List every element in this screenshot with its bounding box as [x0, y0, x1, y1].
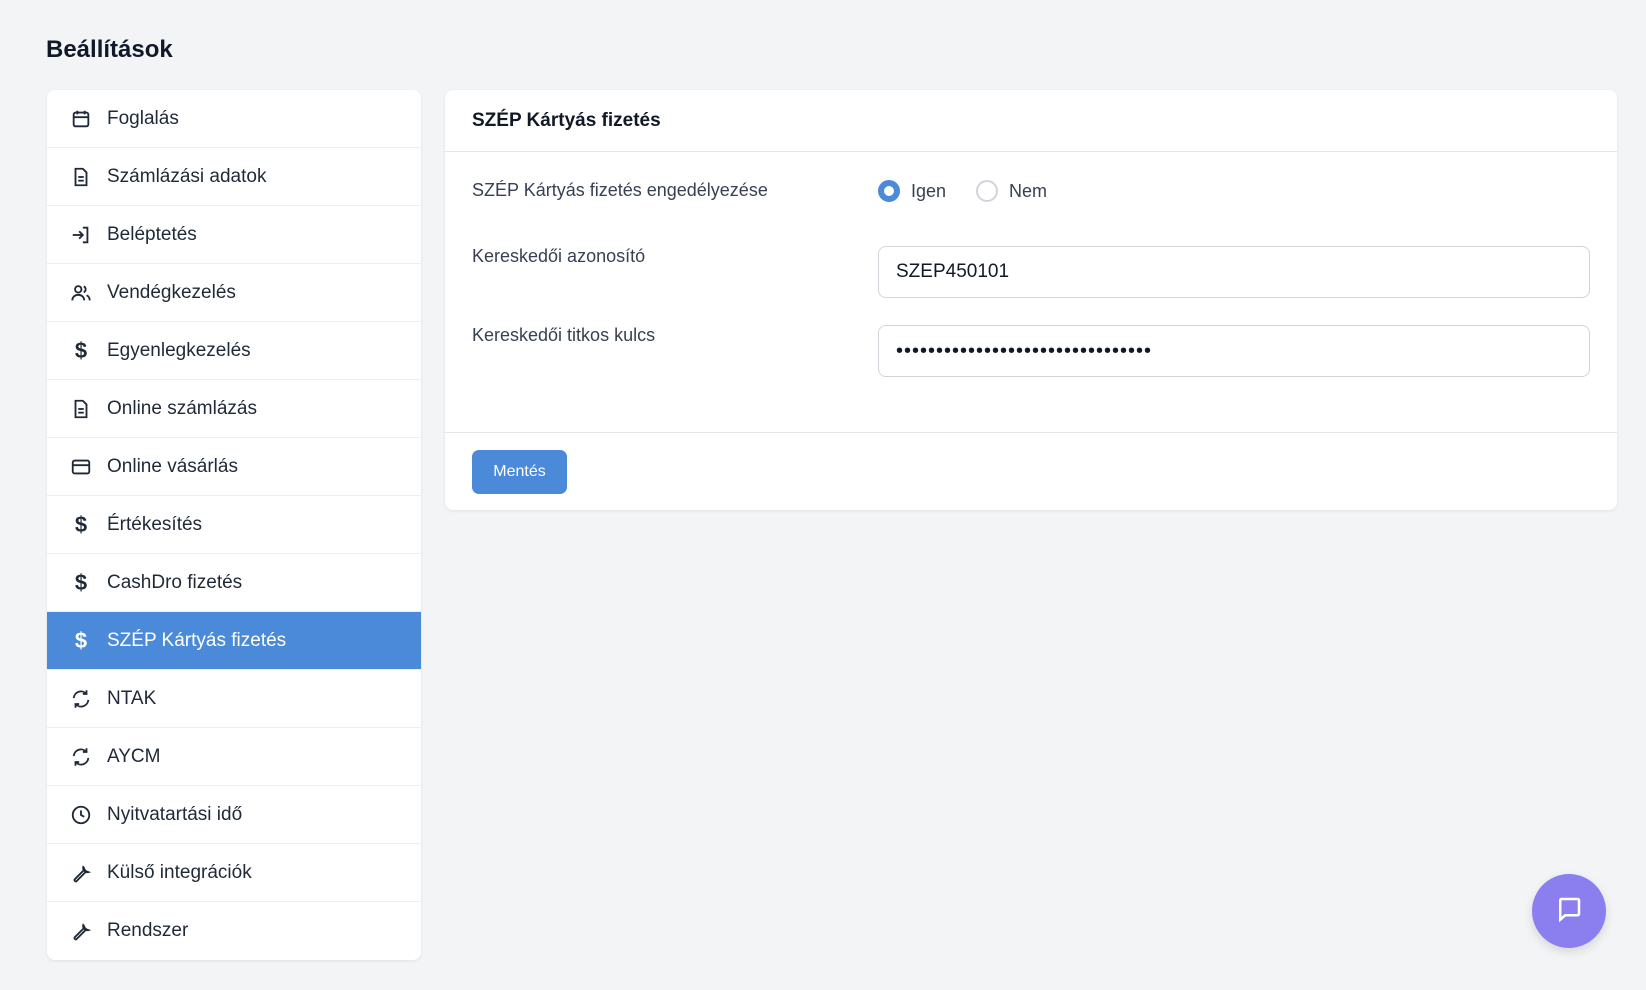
- sidebar-item-label: NTAK: [107, 687, 157, 709]
- radio-nem-dot[interactable]: [976, 180, 999, 202]
- merchant-id-input[interactable]: SZEP450101: [878, 246, 1590, 298]
- document-icon: [69, 397, 93, 421]
- sidebar-item-label: Külső integrációk: [107, 861, 252, 883]
- sidebar-item-kulso-integraciok[interactable]: Külső integrációk: [47, 844, 421, 902]
- merchant-id-row: Kereskedői azonosító SZEP450101: [472, 246, 1590, 298]
- sidebar-item-label: Egyenlegkezelés: [107, 339, 251, 361]
- users-icon: [69, 281, 93, 305]
- sidebar-item-label: SZÉP Kártyás fizetés: [107, 629, 287, 651]
- sidebar-item-label: Rendszer: [107, 920, 189, 941]
- enable-radio-group: Igen Nem: [878, 180, 1047, 202]
- radio-igen[interactable]: Igen: [878, 180, 946, 202]
- sidebar-item-label: Beléptetés: [107, 223, 197, 245]
- panel-title: SZÉP Kártyás fizetés: [445, 90, 1617, 152]
- refresh-icon: [69, 745, 93, 769]
- refresh-icon: [69, 687, 93, 711]
- settings-panel: SZÉP Kártyás fizetés SZÉP Kártyás fizeté…: [445, 90, 1617, 510]
- sidebar-item-label: CashDro fizetés: [107, 571, 243, 593]
- sidebar-item-label: Online számlázás: [107, 397, 257, 419]
- page-title: Beállítások: [46, 36, 173, 63]
- sidebar-item-ertekesites[interactable]: $ Értékesítés: [47, 496, 421, 554]
- calendar-icon: [69, 107, 93, 131]
- credit-card-icon: [69, 455, 93, 479]
- document-icon: [69, 165, 93, 189]
- merchant-secret-label: Kereskedői titkos kulcs: [472, 325, 656, 345]
- sidebar-item-label: Értékesítés: [107, 513, 203, 535]
- settings-sidebar: Foglalás Számlázási adatok Beléptetés Ve…: [47, 90, 421, 960]
- sidebar-item-label: AYCM: [107, 745, 161, 767]
- dollar-icon: $: [74, 569, 88, 595]
- sidebar-item-label: Online vásárlás: [107, 455, 238, 477]
- login-icon: [69, 223, 93, 247]
- sidebar-item-ntak[interactable]: NTAK: [47, 670, 421, 728]
- sidebar-item-szamlazasi-adatok[interactable]: Számlázási adatok: [47, 148, 421, 206]
- sidebar-item-label: Nyitvatartási idő: [107, 803, 243, 825]
- sidebar-item-label: Foglalás: [107, 107, 179, 129]
- radio-igen-label: Igen: [911, 180, 947, 201]
- sidebar-item-foglalas[interactable]: Foglalás: [47, 90, 421, 148]
- merchant-secret-row: Kereskedői titkos kulcs ••••••••••••••••…: [472, 325, 1590, 377]
- sidebar-item-label: Vendégkezelés: [107, 281, 236, 303]
- panel-footer: Mentés: [445, 432, 1617, 510]
- sidebar-item-cashdro-fizetes[interactable]: $ CashDro fizetés: [47, 554, 421, 612]
- chat-button[interactable]: [1532, 874, 1606, 948]
- sidebar-item-nyitvatartasi-ido[interactable]: Nyitvatartási idő: [47, 786, 421, 844]
- save-button[interactable]: Mentés: [472, 450, 567, 494]
- enable-label: SZÉP Kártyás fizetés engedélyezése: [472, 180, 768, 200]
- wrench-icon: [69, 861, 93, 885]
- dollar-icon: $: [74, 627, 88, 653]
- sidebar-item-online-vasarlas[interactable]: Online vásárlás: [47, 438, 421, 496]
- radio-nem-label: Nem: [1009, 180, 1048, 201]
- chat-icon: [1554, 894, 1584, 929]
- wrench-icon: [69, 919, 93, 943]
- radio-nem[interactable]: Nem: [976, 180, 1047, 202]
- dollar-icon: $: [74, 337, 88, 363]
- sidebar-item-aycm[interactable]: AYCM: [47, 728, 421, 786]
- sidebar-item-szep-kartyas-fizetes[interactable]: $ SZÉP Kártyás fizetés: [47, 612, 421, 670]
- radio-igen-dot[interactable]: [878, 180, 900, 202]
- dollar-icon: $: [74, 511, 88, 537]
- sidebar-item-online-szamlazas[interactable]: Online számlázás: [47, 380, 421, 438]
- clock-icon: [69, 803, 93, 827]
- sidebar-item-label: Számlázási adatok: [107, 165, 267, 187]
- sidebar-item-vendegkezeles[interactable]: Vendégkezelés: [47, 264, 421, 322]
- sidebar-item-egyenlegkezeles[interactable]: $ Egyenlegkezelés: [47, 322, 421, 380]
- sidebar-item-beleptetes[interactable]: Beléptetés: [47, 206, 421, 264]
- enable-row: SZÉP Kártyás fizetés engedélyezése Igen …: [472, 176, 1590, 212]
- merchant-secret-input[interactable]: ••••••••••••••••••••••••••••••••: [878, 325, 1590, 377]
- merchant-id-label: Kereskedői azonosító: [472, 246, 646, 266]
- sidebar-item-rendszer[interactable]: Rendszer: [47, 902, 421, 960]
